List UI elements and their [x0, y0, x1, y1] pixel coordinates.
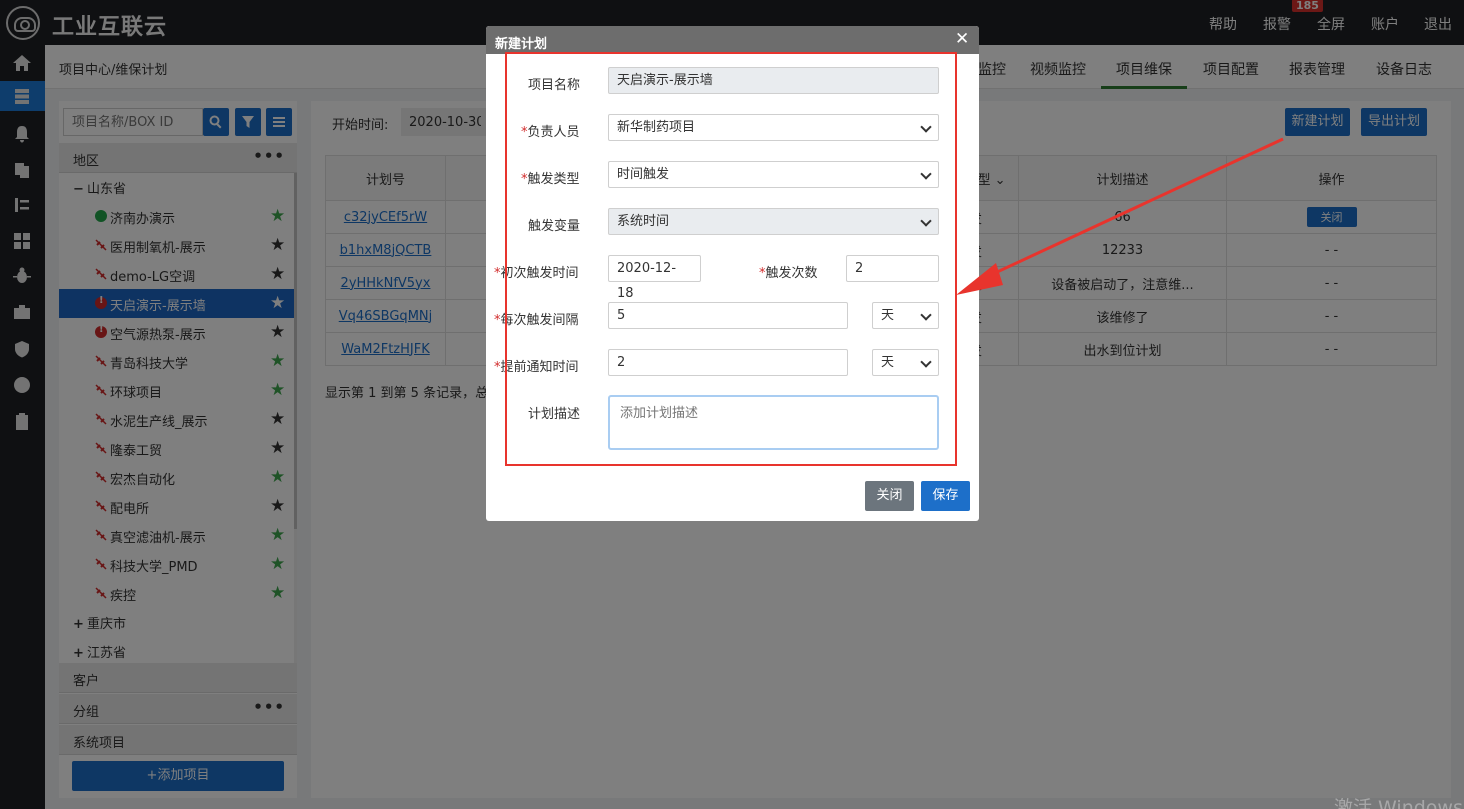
trigger-var-value: 系统时间	[617, 214, 670, 229]
windows-watermark: 激活 Windows	[1334, 797, 1463, 809]
description-label: 计划描述	[528, 407, 581, 422]
first-time-input[interactable]: 2020-12-18	[608, 255, 701, 301]
notice-unit-select[interactable]: 天	[872, 349, 939, 376]
owner-select[interactable]: 新华制药项目	[608, 114, 939, 141]
trigger-var-label: 触发变量	[528, 219, 581, 234]
modal-title: 新建计划	[495, 37, 548, 52]
chevron-down-icon	[920, 356, 932, 368]
chevron-down-icon	[920, 309, 932, 321]
interval-unit-value: 天	[881, 308, 895, 323]
close-button[interactable]: 关闭	[865, 481, 914, 511]
notice-input[interactable]: 2	[608, 349, 848, 376]
interval-label: *每次触发间隔	[494, 313, 579, 328]
chevron-down-icon	[920, 121, 932, 133]
trigger-count-input[interactable]: 2	[846, 255, 939, 282]
trigger-type-label: *触发类型	[521, 172, 580, 187]
chevron-down-icon	[920, 168, 932, 180]
interval-unit-select[interactable]: 天	[872, 302, 939, 329]
trigger-var-select: 系统时间	[608, 208, 939, 235]
project-name-label: 项目名称	[528, 78, 581, 93]
close-icon[interactable]: ✕	[955, 30, 969, 48]
trigger-type-select[interactable]: 时间触发	[608, 161, 939, 188]
notice-unit-value: 天	[881, 355, 895, 370]
trigger-count-label: *触发次数	[759, 266, 818, 281]
project-name-field: 天启演示-展示墙	[608, 67, 939, 94]
modal-header: 新建计划 ✕	[486, 26, 979, 54]
owner-label: *负责人员	[521, 125, 580, 140]
notice-label: *提前通知时间	[494, 360, 579, 375]
owner-value: 新华制药项目	[617, 120, 696, 135]
save-button[interactable]: 保存	[921, 481, 970, 511]
first-time-label: *初次触发时间	[494, 266, 579, 281]
trigger-type-value: 时间触发	[617, 167, 670, 182]
new-plan-modal: 新建计划 ✕ 项目名称 天启演示-展示墙 *负责人员 新华制药项目 *触发类型 …	[486, 26, 979, 521]
description-textarea[interactable]	[608, 395, 939, 450]
interval-input[interactable]: 5	[608, 302, 848, 329]
chevron-down-icon	[920, 215, 932, 227]
